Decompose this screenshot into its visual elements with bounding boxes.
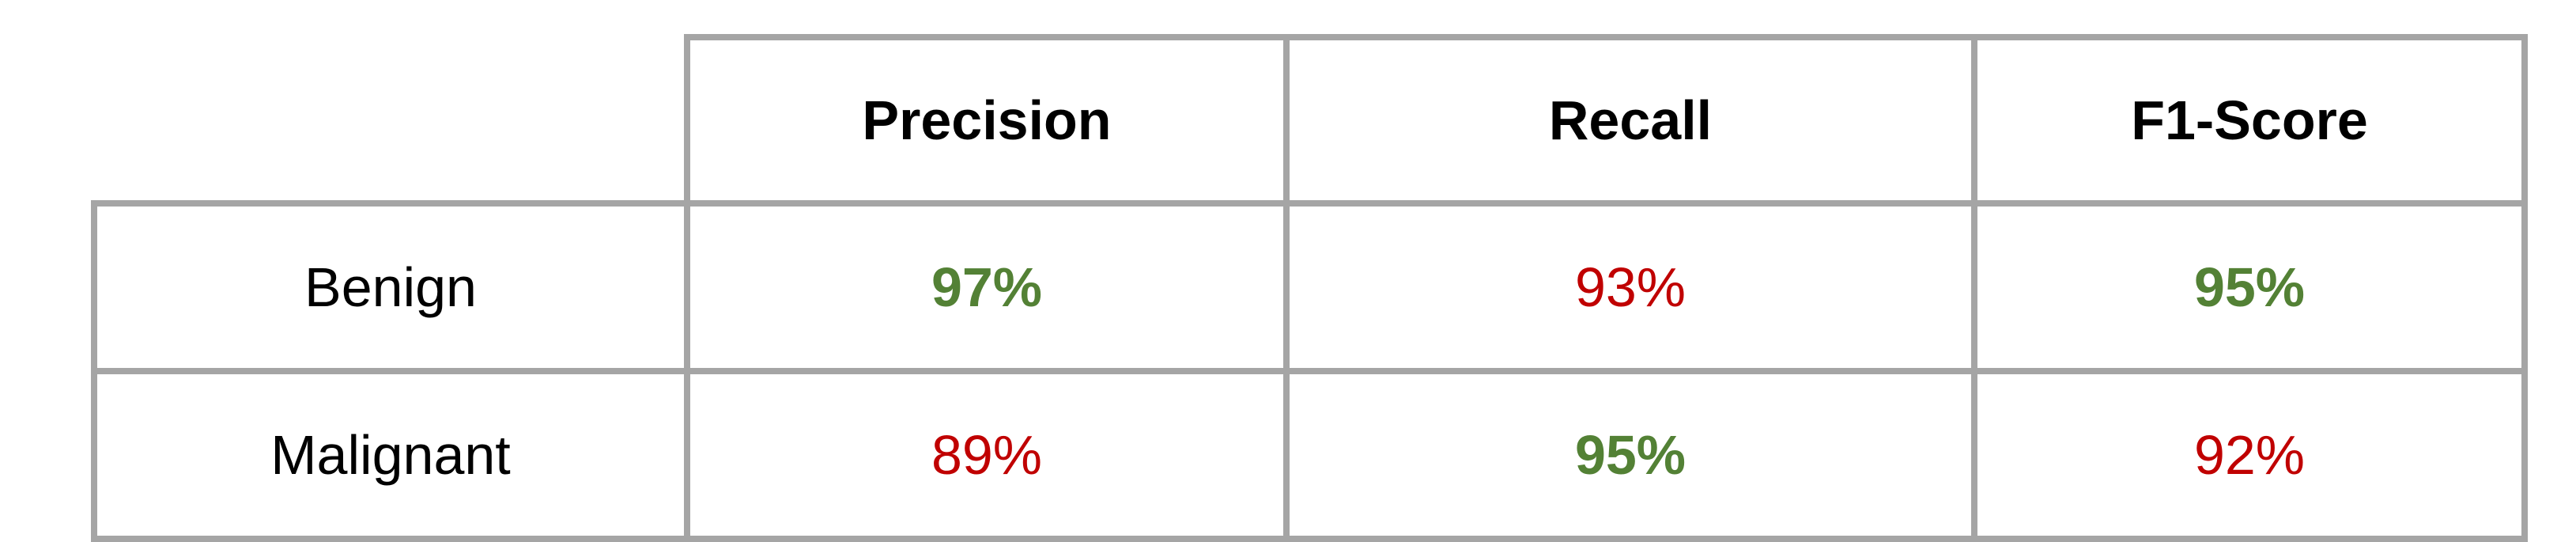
benign-recall-value: 93% (1574, 256, 1686, 318)
grid-line (1283, 34, 1290, 542)
grid-line (684, 34, 690, 542)
column-header-recall: Recall (1548, 89, 1713, 151)
grid-line (2521, 34, 2528, 542)
malignant-f1-score-value: 92% (2193, 424, 2306, 486)
benign-precision-value: 97% (931, 256, 1043, 318)
grid-line (91, 536, 2528, 542)
metrics-table: Precision Recall F1-Score Benign 97% 93%… (0, 0, 2576, 542)
malignant-recall-value: 95% (1574, 424, 1686, 486)
malignant-precision-value: 89% (931, 424, 1043, 486)
grid-line (684, 34, 2528, 40)
column-header-f1-score: F1-Score (2131, 89, 2368, 151)
row-label-benign: Benign (304, 256, 477, 318)
row-label-malignant: Malignant (270, 424, 511, 486)
column-header-precision: Precision (862, 89, 1112, 151)
grid-line (1971, 34, 1977, 542)
grid-line (91, 200, 2528, 207)
grid-line (91, 368, 2528, 374)
benign-f1-score-value: 95% (2193, 256, 2306, 318)
